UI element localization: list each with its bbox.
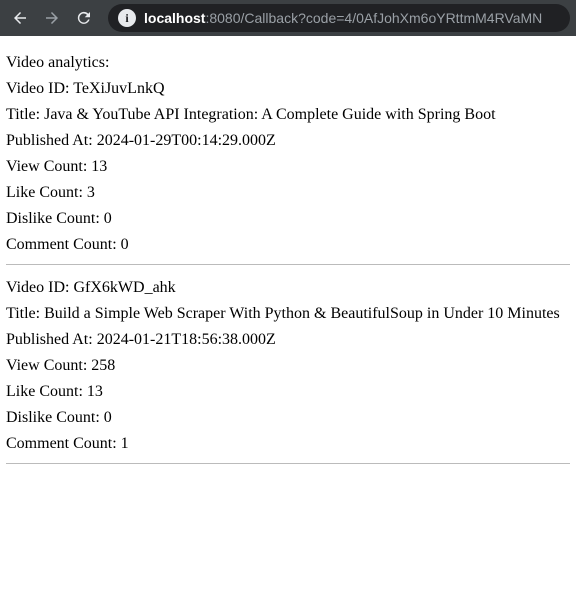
forward-button[interactable]	[38, 4, 66, 32]
video-published: Published At: 2024-01-29T00:14:29.000Z	[6, 132, 570, 150]
url-text: localhost:8080/Callback?code=4/0AfJohXm6…	[144, 10, 542, 26]
video-comments: Comment Count: 1	[6, 435, 570, 453]
page-title: Video analytics:	[6, 54, 570, 72]
video-likes: Like Count: 13	[6, 383, 570, 401]
reload-button[interactable]	[70, 4, 98, 32]
reload-icon	[75, 9, 93, 27]
site-info-icon[interactable]: i	[118, 9, 136, 27]
video-dislikes: Dislike Count: 0	[6, 210, 570, 228]
video-views: View Count: 258	[6, 357, 570, 375]
url-host: localhost	[144, 10, 205, 26]
video-dislikes: Dislike Count: 0	[6, 409, 570, 427]
video-comments: Comment Count: 0	[6, 236, 570, 254]
back-button[interactable]	[6, 4, 34, 32]
video-title: Title: Java & YouTube API Integration: A…	[6, 106, 570, 124]
arrow-right-icon	[43, 9, 61, 27]
arrow-left-icon	[11, 9, 29, 27]
video-id: Video ID: GfX6kWD_ahk	[6, 279, 570, 297]
video-published: Published At: 2024-01-21T18:56:38.000Z	[6, 331, 570, 349]
divider	[6, 264, 570, 265]
video-title: Title: Build a Simple Web Scraper With P…	[6, 305, 570, 323]
divider	[6, 463, 570, 464]
url-rest: :8080/Callback?code=4/0AfJohXm6oYRttmM4R…	[205, 10, 542, 26]
browser-toolbar: i localhost:8080/Callback?code=4/0AfJohX…	[0, 0, 576, 36]
video-likes: Like Count: 3	[6, 184, 570, 202]
address-bar[interactable]: i localhost:8080/Callback?code=4/0AfJohX…	[108, 4, 570, 32]
video-views: View Count: 13	[6, 158, 570, 176]
page-content: Video analytics: Video ID: TeXiJuvLnkQ T…	[0, 36, 576, 484]
video-id: Video ID: TeXiJuvLnkQ	[6, 80, 570, 98]
